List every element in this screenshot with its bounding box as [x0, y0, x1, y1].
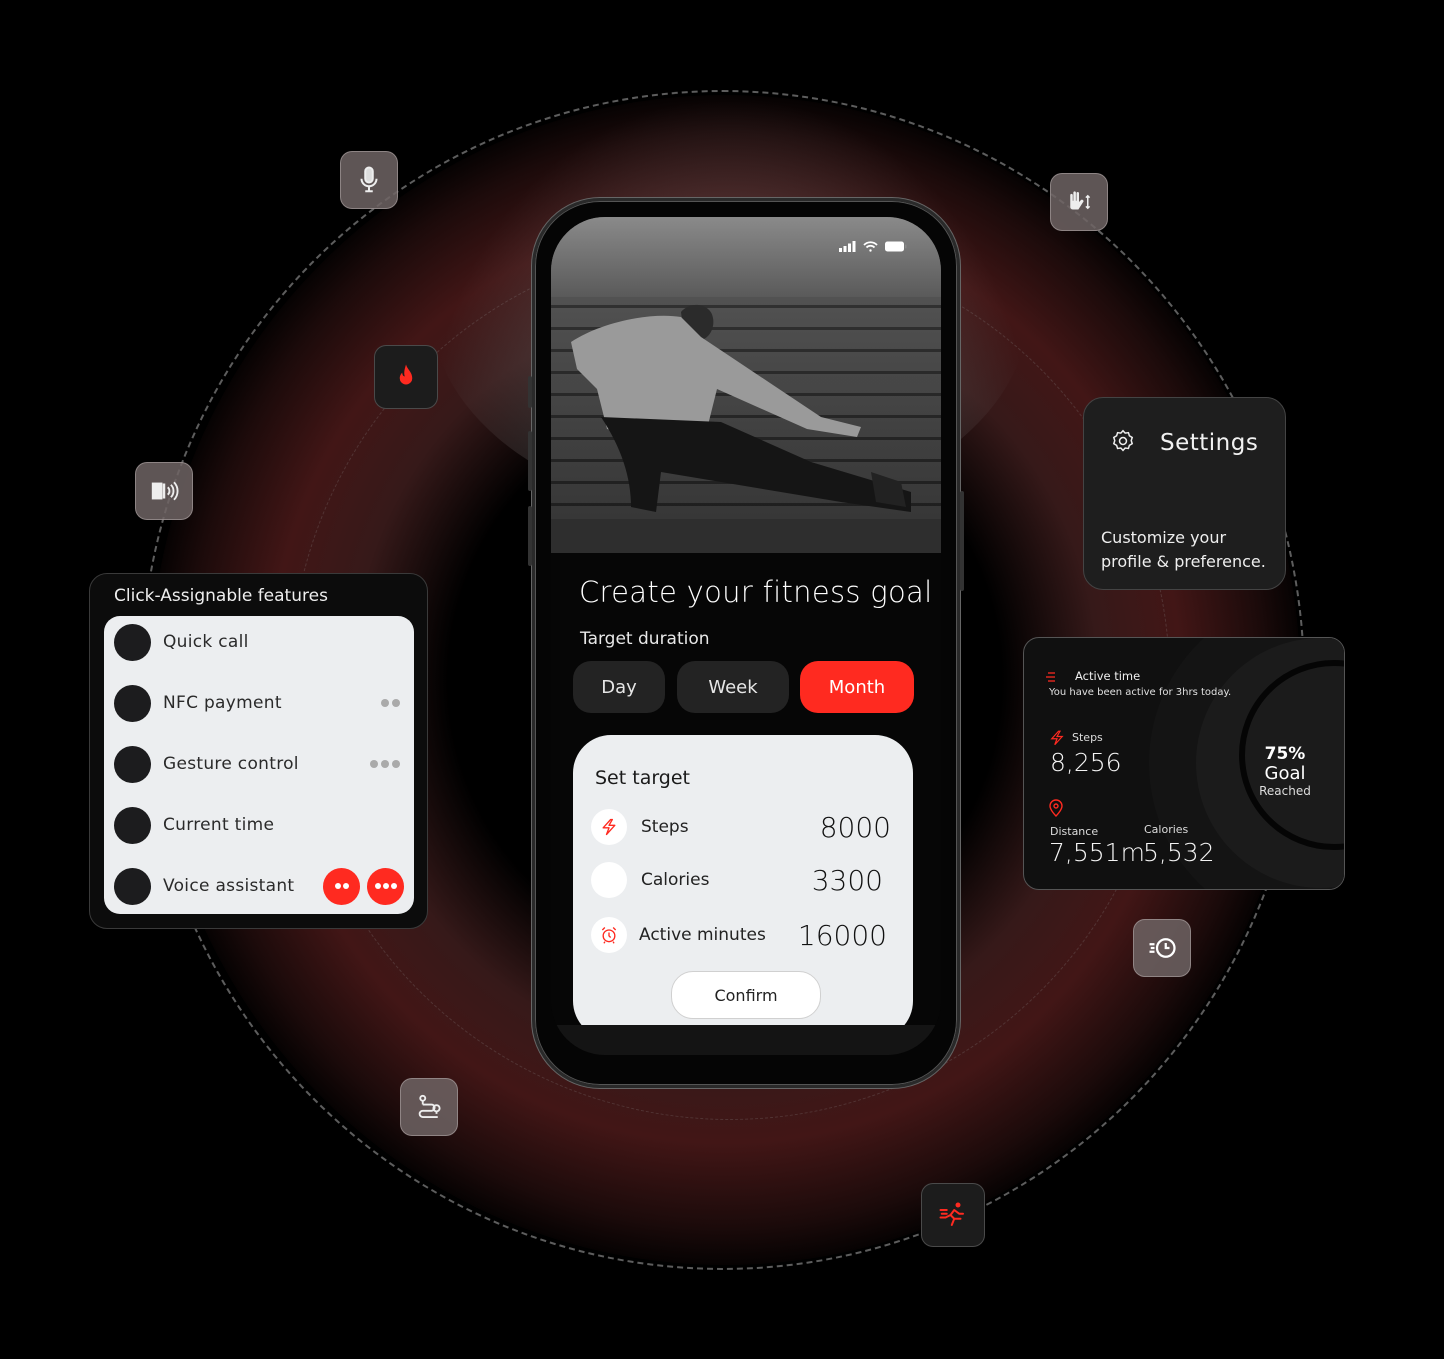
activity-summary-card: Active time You have been active for 3hr… — [1023, 637, 1345, 890]
duration-tab-day[interactable]: Day — [573, 661, 665, 713]
settings-card[interactable]: Settings Customize your profile & prefer… — [1083, 397, 1286, 590]
home-area — [551, 1025, 941, 1055]
feature-toggle[interactable] — [114, 806, 151, 844]
set-target-header: Set target — [595, 767, 691, 789]
active-time-header: Active time — [1075, 669, 1141, 683]
gear-icon — [1112, 429, 1134, 452]
feature-label: Voice assistant — [163, 876, 295, 896]
feature-toggle[interactable] — [114, 867, 151, 905]
running-icon — [939, 1202, 964, 1226]
lightning-icon — [591, 809, 627, 845]
feature-toggle[interactable] — [114, 745, 151, 783]
feature-item-nfc-payment[interactable]: NFC payment — [114, 683, 400, 723]
nfc-card-icon — [151, 481, 179, 501]
calories-value: 5,532 — [1143, 838, 1215, 867]
settings-title: Settings — [1160, 430, 1259, 456]
card-title: Click-Assignable features — [114, 586, 328, 606]
running-tile[interactable] — [921, 1183, 985, 1247]
goal-percent: 75% — [1264, 744, 1306, 764]
fire-tile[interactable] — [374, 345, 438, 409]
confirm-button[interactable]: Confirm — [671, 971, 821, 1019]
feature-label: NFC payment — [163, 693, 282, 713]
microphone-tile[interactable] — [340, 151, 398, 209]
feature-item-quick-call[interactable]: Quick call — [114, 622, 400, 662]
alarm-clock-icon — [591, 917, 627, 953]
battery-icon — [885, 241, 907, 252]
fast-clock-icon — [1149, 938, 1176, 958]
set-target-card: Set target Steps 8000 Calories 3300 Acti… — [573, 735, 913, 1039]
hand-gesture-icon — [1070, 191, 1091, 210]
target-row-steps[interactable]: Steps 8000 — [591, 807, 891, 847]
click-assignable-features-card: Click-Assignable features Quick call NFC… — [89, 573, 428, 929]
target-label: Active minutes — [639, 925, 766, 945]
hand-gesture-tile[interactable] — [1050, 173, 1108, 231]
wifi-icon — [863, 241, 878, 252]
target-value[interactable]: 3300 — [812, 864, 883, 897]
route-icon — [418, 1094, 441, 1118]
phone-screen: Create your fitness goal Target duration… — [551, 217, 941, 1055]
target-label: Calories — [641, 870, 710, 890]
feature-list: Quick call NFC payment Gesture control C… — [104, 616, 414, 914]
settings-description: Customize your profile & preference. — [1101, 528, 1266, 571]
target-row-active-minutes[interactable]: Active minutes 16000 — [591, 915, 891, 955]
route-tile[interactable] — [400, 1078, 458, 1136]
feature-item-voice-assistant[interactable]: Voice assistant — [114, 866, 404, 906]
calories-icon-placeholder — [591, 862, 627, 898]
feature-item-gesture-control[interactable]: Gesture control — [114, 744, 400, 784]
target-row-calories[interactable]: Calories 3300 — [591, 860, 891, 900]
page-title: Create your fitness goal — [579, 575, 933, 609]
feature-label: Quick call — [163, 632, 249, 652]
triple-press-button[interactable] — [367, 867, 404, 905]
photo-ledge — [551, 519, 941, 553]
distance-value: 7,551m — [1049, 838, 1145, 867]
double-press-button[interactable] — [323, 867, 360, 905]
nfc-card-tile[interactable] — [135, 462, 193, 520]
goal-summary: 75% Goal Reached — [1250, 744, 1320, 798]
phone-power-button — [960, 491, 964, 591]
target-label: Steps — [641, 817, 689, 837]
goal-reached: Reached — [1259, 784, 1311, 798]
calories-label: Calories — [1144, 823, 1189, 836]
hero-photo-athlete-stretching — [551, 217, 941, 553]
phone-mockup: Create your fitness goal Target duration… — [528, 198, 964, 1088]
photo-roof — [551, 217, 941, 297]
phone-volume-down — [528, 506, 532, 566]
phone-mute-switch — [528, 376, 532, 408]
steps-label: Steps — [1072, 731, 1103, 744]
active-time-icon — [1046, 672, 1055, 682]
target-value[interactable]: 16000 — [798, 919, 887, 952]
lightning-icon — [1050, 730, 1064, 746]
microphone-icon — [360, 166, 378, 193]
double-press-indicator — [381, 699, 400, 707]
fire-icon — [399, 364, 413, 385]
feature-toggle[interactable] — [114, 623, 151, 661]
feature-label: Current time — [163, 815, 275, 835]
goal-word: Goal — [1264, 763, 1306, 784]
signal-icon — [839, 241, 856, 252]
steps-value: 8,256 — [1050, 748, 1122, 777]
feature-toggle[interactable] — [114, 684, 151, 722]
feature-label: Gesture control — [163, 754, 299, 774]
triple-press-indicator — [370, 760, 400, 768]
distance-label: Distance — [1050, 825, 1099, 838]
fast-clock-tile[interactable] — [1133, 919, 1191, 977]
feature-item-current-time[interactable]: Current time — [114, 805, 400, 845]
location-pin-icon — [1049, 799, 1063, 817]
target-value[interactable]: 8000 — [820, 811, 891, 844]
phone-volume-up — [528, 431, 532, 491]
active-time-subtitle: You have been active for 3hrs today. — [1049, 687, 1232, 698]
status-bar — [839, 241, 907, 252]
duration-tab-week[interactable]: Week — [677, 661, 789, 713]
target-duration-label: Target duration — [580, 629, 710, 649]
athlete-silhouette — [571, 304, 911, 512]
duration-tab-month[interactable]: Month — [800, 661, 914, 713]
